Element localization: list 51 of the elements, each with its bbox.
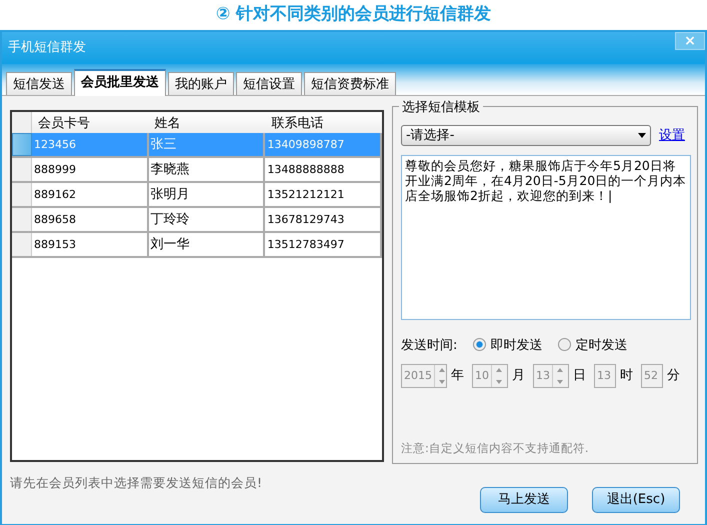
- radio-option[interactable]: 定时发送: [558, 336, 628, 356]
- row-header[interactable]: [12, 158, 32, 181]
- column-header: 姓名: [154, 115, 182, 133]
- column-header: 联系电话: [270, 115, 324, 133]
- row-header[interactable]: [12, 133, 32, 156]
- action-button[interactable]: 马上发送: [480, 486, 568, 513]
- table-row[interactable]: 889162 张明月 13521212121: [12, 183, 382, 208]
- table-cell: 13678129743: [265, 208, 382, 231]
- template-select[interactable]: -请选择-: [401, 125, 651, 146]
- table-row[interactable]: 889153 刘一华 13512783497: [12, 233, 382, 258]
- table-cell: 丁玲玲: [148, 208, 266, 231]
- settings-link[interactable]: 设置: [659, 126, 685, 146]
- action-button[interactable]: 退出(Esc): [592, 486, 680, 513]
- status-text: 请先在会员列表中选择需要发送短信的会员!: [10, 474, 264, 492]
- table-cell: 889153: [32, 233, 149, 256]
- table-cell: 13521212121: [265, 183, 382, 206]
- row-header[interactable]: [12, 233, 32, 256]
- table-cell: 李晓燕: [148, 158, 266, 181]
- table-cell: 889162: [32, 183, 149, 206]
- table-cell: 13409898787: [265, 133, 382, 156]
- table-cell: 889658: [32, 208, 149, 231]
- table-cell: 888999: [32, 158, 149, 181]
- table-cell: 13488888888: [265, 158, 382, 181]
- unit-label: 月: [512, 366, 525, 385]
- column-header: 会员卡号: [36, 115, 91, 133]
- table-cell: 刘一华: [148, 233, 266, 256]
- note-text: 注意:自定义短信内容不支持通配符.: [401, 440, 590, 457]
- table-cell: 123456: [32, 133, 149, 156]
- table-cell: 张明月: [148, 183, 266, 206]
- caret-icon: [638, 133, 646, 138]
- send-time-label: 发送时间:: [401, 337, 458, 355]
- tab[interactable]: 短信设置: [236, 72, 302, 95]
- row-header[interactable]: [12, 183, 32, 206]
- unit-label: 时: [620, 366, 633, 385]
- unit-label: 分: [667, 366, 680, 385]
- unit-label: 年: [451, 366, 464, 385]
- table-row[interactable]: 889658 丁玲玲 13678129743: [12, 208, 382, 233]
- tab[interactable]: 短信发送: [6, 72, 72, 95]
- tab[interactable]: 短信资费标准: [304, 72, 396, 95]
- row-header[interactable]: [12, 208, 32, 231]
- table-cell: 13512783497: [265, 233, 382, 256]
- page-heading: ② 针对不同类别的会员进行短信群发: [214, 3, 492, 26]
- table-row[interactable]: 888999 李晓燕 13488888888: [12, 158, 382, 183]
- tab[interactable]: 我的账户: [168, 72, 234, 95]
- radio-option[interactable]: 即时发送: [473, 336, 542, 356]
- message-field[interactable]: 尊敬的会员您好，糖果服饰店于今年5月20日将开业满2周年，在4月20日-5月20日的一个月内本店全场服饰2折起，欢迎您的到来！|: [401, 155, 691, 320]
- table-cell: 张三: [148, 133, 266, 156]
- window-title: 手机短信群发: [8, 39, 86, 58]
- tab[interactable]: 会员批里发送: [74, 69, 166, 96]
- corner-header: [12, 112, 32, 133]
- unit-label: 日: [573, 366, 586, 385]
